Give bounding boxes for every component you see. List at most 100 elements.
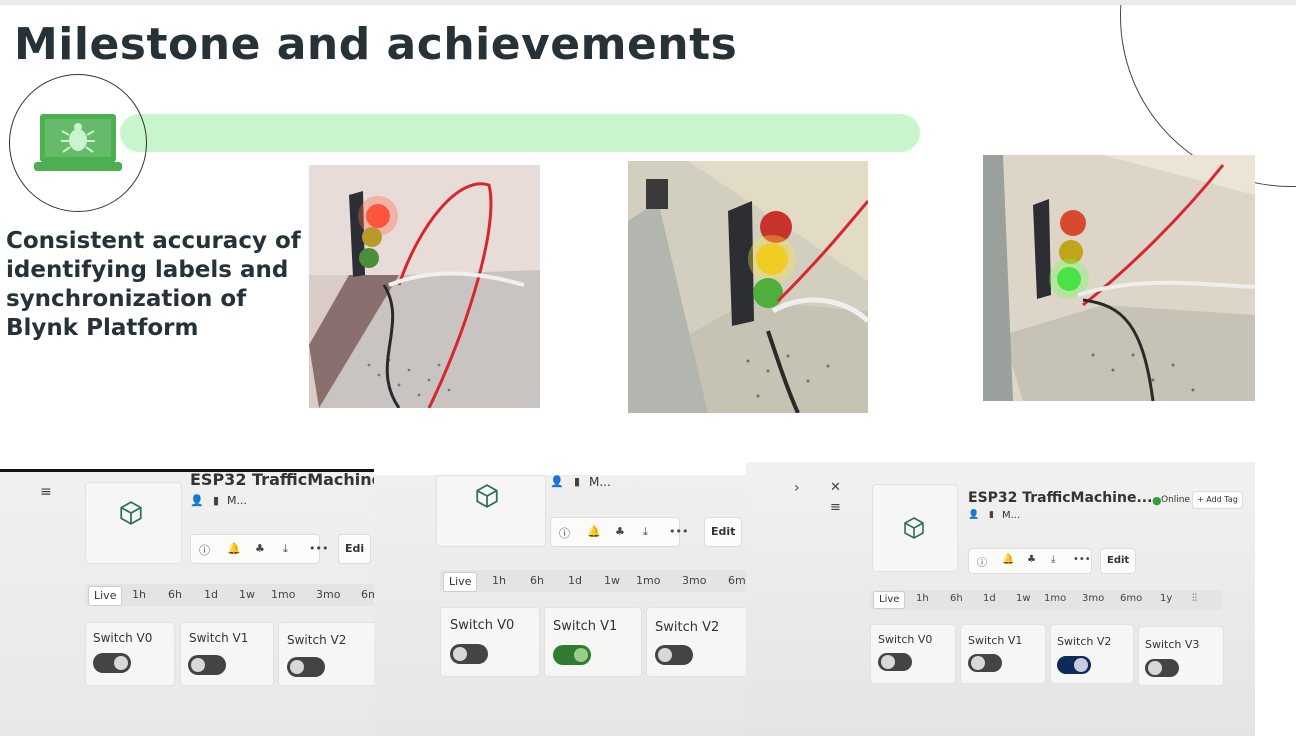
tab-1mo[interactable]: 1mo [636,574,660,587]
tab-1h[interactable]: 1h [916,593,929,604]
download-icon[interactable]: ⤓ [283,542,288,556]
chevron-right-icon[interactable]: › [794,480,800,496]
device-meta: M... [227,494,247,507]
switch-toggle[interactable] [655,645,693,665]
switch-label: Switch V3 [1145,638,1200,651]
time-range-tabs: Live 1h 6h 1d 1w 1mo 3mo 6m [440,570,746,592]
custom-range-icon[interactable]: ⫶⫶ [1192,593,1197,604]
menu-icon[interactable]: ≡ [40,484,52,500]
slide: Milestone and achievements Consistent ac… [0,0,1296,736]
tab-3mo[interactable]: 3mo [316,588,340,601]
more-icon[interactable]: ••• [309,542,328,555]
switch-card-v1: Switch V1 [960,624,1046,684]
building-icon: ▮ [574,475,581,488]
close-icon[interactable]: ✕ [830,480,841,495]
download-icon[interactable]: ⤓ [1051,554,1055,565]
tab-live[interactable]: Live [88,586,123,606]
info-icon[interactable]: ⓘ [977,554,987,569]
tab-1w[interactable]: 1w [604,574,620,587]
download-icon[interactable]: ⤓ [643,525,648,539]
tab-1h[interactable]: 1h [132,588,146,601]
switch-label: Switch V2 [655,620,720,635]
plus-icon: + [1197,495,1207,504]
tab-3mo[interactable]: 3mo [1082,593,1104,604]
dashboard-screenshot-2: 👤 ▮ M... ⓘ 🔔 ♣ ⤓ ••• Edit Live 1h 6h 1d … [374,475,746,736]
device-meta: M... [1002,510,1021,521]
tab-6h[interactable]: 6h [168,588,182,601]
tab-3mo[interactable]: 3mo [682,574,706,587]
tab-6m[interactable]: 6m [728,574,746,587]
edit-button[interactable]: Edit [704,517,743,547]
tab-1d[interactable]: 1d [983,593,996,604]
add-tag-label: Add Tag [1206,495,1238,504]
device-title: ESP32 TrafficMachine... [968,490,1153,506]
edit-label: Edit [1107,555,1130,566]
tab-1d[interactable]: 1d [568,574,582,587]
switch-card-v1: Switch V1 [180,622,274,686]
add-tag-button[interactable]: + Add Tag [1192,491,1243,509]
edit-label: Edit [711,525,736,538]
photo-red-light [309,165,540,408]
photo-green-light [983,155,1255,401]
tab-1d[interactable]: 1d [204,588,218,601]
tab-6m[interactable]: 6m [361,588,374,601]
switch-card-v0: Switch V0 [440,607,540,677]
switch-label: Switch V1 [189,631,249,645]
building-icon: ▮ [989,510,994,520]
info-icon[interactable]: ⓘ [199,542,210,558]
share-icon[interactable]: ♣ [615,525,625,538]
share-icon[interactable]: ♣ [1027,554,1036,565]
tab-1mo[interactable]: 1mo [1044,593,1066,604]
tab-6mo[interactable]: 6mo [1120,593,1142,604]
switch-label: Switch V0 [878,633,933,646]
switch-card-v2: Switch V2 [278,622,374,686]
slide-subtitle: Consistent accuracy of identifying label… [6,228,301,341]
switch-toggle[interactable] [188,655,226,675]
edit-button[interactable]: Edit [1100,548,1137,574]
edit-button[interactable]: Edi [338,534,372,564]
user-icon: 👤 [190,494,204,507]
more-icon[interactable]: ••• [1073,554,1091,565]
dashboard-screenshot-3: › ✕ ≡ ESP32 TrafficMachine... ● Online +… [746,462,1255,736]
switch-toggle[interactable] [93,653,131,673]
device-title: ESP32 TrafficMachine [190,470,374,489]
switch-toggle[interactable] [968,654,1002,672]
switch-label: Switch V0 [450,618,515,633]
switch-card-v3: Switch V3 [1138,626,1224,686]
tab-6h[interactable]: 6h [950,593,963,604]
switch-toggle[interactable] [1057,656,1091,674]
tab-1h[interactable]: 1h [492,574,506,587]
status-badge: Online [1161,495,1191,505]
tab-1mo[interactable]: 1mo [271,588,295,601]
bell-icon[interactable]: 🔔 [1002,554,1014,565]
switch-label: Switch V1 [553,619,618,634]
switch-toggle[interactable] [450,644,488,664]
switch-toggle[interactable] [878,653,912,671]
switch-toggle[interactable] [1145,659,1179,677]
switch-label: Switch V2 [287,633,347,647]
bell-icon[interactable]: 🔔 [227,542,241,555]
tab-live[interactable]: Live [443,572,478,592]
more-icon[interactable]: ••• [669,525,688,538]
menu-icon[interactable]: ≡ [830,500,841,515]
time-range-tabs: Live 1h 6h 1d 1w 1mo 3mo 6mo 1y ⫶⫶ [870,590,1222,610]
toolbar: ⓘ 🔔 ♣ ⤓ ••• [550,517,688,547]
photo-yellow-light [628,161,868,413]
info-icon[interactable]: ⓘ [559,525,570,541]
slide-title: Milestone and achievements [14,19,738,70]
switch-toggle[interactable] [553,645,591,665]
tab-6h[interactable]: 6h [530,574,544,587]
tab-1w[interactable]: 1w [239,588,255,601]
switch-card-v0: Switch V0 [870,624,956,684]
tab-live[interactable]: Live [873,591,906,609]
building-icon: ▮ [213,494,220,507]
tab-1y[interactable]: 1y [1160,593,1172,604]
cube-icon [904,517,924,539]
switch-label: Switch V0 [93,631,153,645]
share-icon[interactable]: ♣ [255,542,265,555]
switch-toggle[interactable] [287,657,325,677]
bell-icon[interactable]: 🔔 [587,525,601,538]
cube-icon [476,484,498,508]
tab-1w[interactable]: 1w [1016,593,1031,604]
switch-card-v1: Switch V1 [544,607,642,677]
